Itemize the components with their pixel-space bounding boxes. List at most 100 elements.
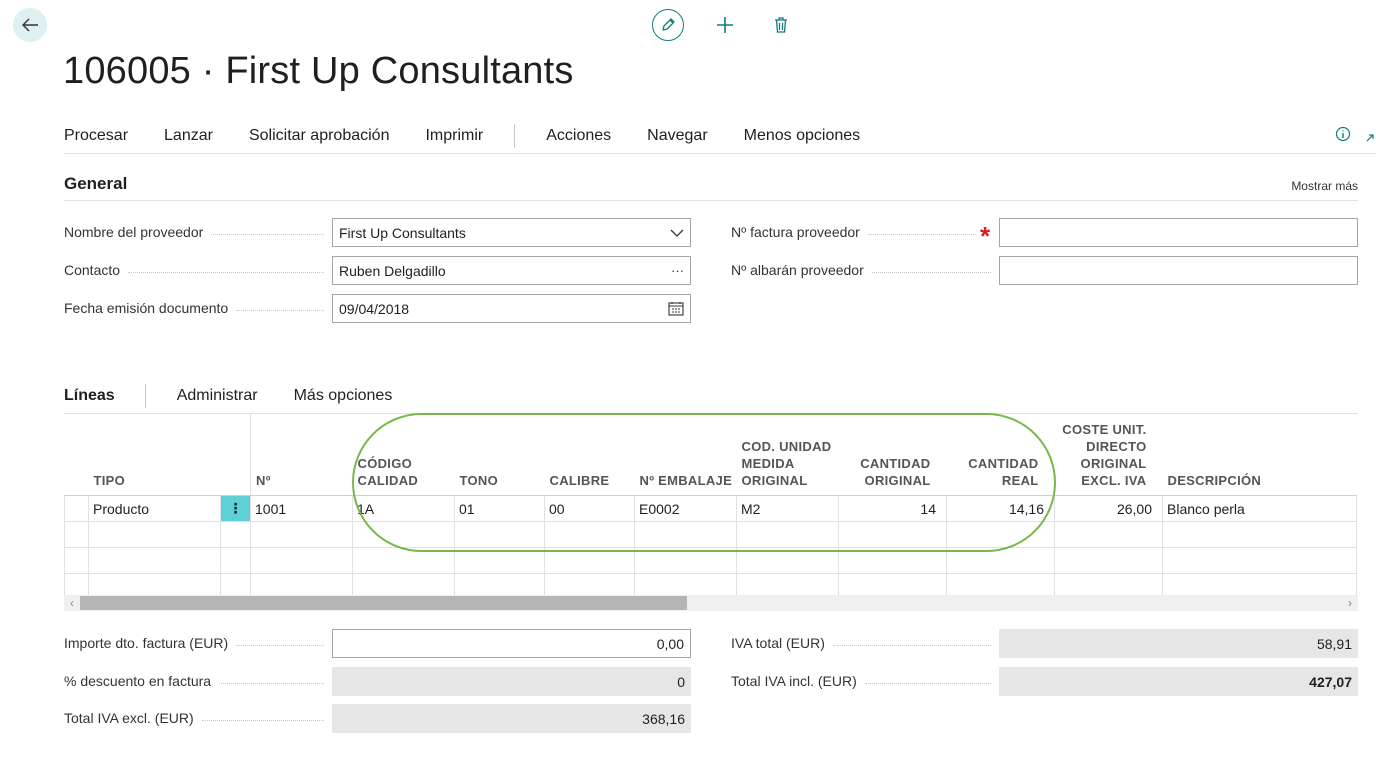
column-descripcion[interactable]: DESCRIPCIÓN xyxy=(1162,413,1357,496)
column-no[interactable]: Nº xyxy=(250,413,353,496)
info-button[interactable] xyxy=(1334,125,1352,143)
lines-action-mas-opciones[interactable]: Más opciones xyxy=(294,387,393,405)
contact-field[interactable]: Ruben Delgadillo ··· xyxy=(332,256,691,285)
scrollbar-thumb[interactable] xyxy=(80,596,687,610)
action-imprimir[interactable]: Imprimir xyxy=(425,127,483,145)
empty-cell[interactable] xyxy=(634,547,737,574)
column-tipo[interactable]: TIPO xyxy=(88,413,221,496)
total-vat-label: IVA total (EUR) xyxy=(731,635,991,651)
column-embalaje[interactable]: Nº EMBALAJE xyxy=(634,413,737,496)
cell-codigo-calidad[interactable]: 1A xyxy=(352,495,455,522)
empty-cell[interactable] xyxy=(352,547,455,574)
cell-cantidad-original[interactable]: 14 xyxy=(838,495,947,522)
chevron-down-icon[interactable] xyxy=(670,229,684,237)
empty-cell[interactable] xyxy=(250,521,353,548)
expand-button[interactable] xyxy=(1364,131,1376,145)
total-incl-vat-label: Total IVA incl. (EUR) xyxy=(731,673,991,689)
empty-cell[interactable] xyxy=(88,521,221,548)
lines-action-administrar[interactable]: Administrar xyxy=(177,387,258,405)
empty-cell[interactable] xyxy=(352,521,455,548)
invoice-discount-amount-field[interactable]: 0,00 xyxy=(332,629,691,658)
chevron-right-icon[interactable]: › xyxy=(1342,595,1358,611)
required-indicator: * xyxy=(980,221,991,251)
document-date-label: Fecha emisión documento xyxy=(64,300,324,316)
table-row-empty[interactable] xyxy=(64,521,1357,548)
action-menos-opciones[interactable]: Menos opciones xyxy=(744,127,861,145)
edit-button[interactable] xyxy=(652,9,684,41)
action-navegar[interactable]: Navegar xyxy=(647,127,707,145)
back-button[interactable] xyxy=(13,8,47,42)
action-bar-divider xyxy=(64,153,1376,154)
lines-title[interactable]: Líneas xyxy=(64,387,115,405)
empty-cell[interactable] xyxy=(64,547,89,574)
empty-cell[interactable] xyxy=(544,521,635,548)
table-row[interactable]: Producto ⋮ 1001 1A 01 00 E0002 M2 14 14,… xyxy=(64,495,1357,522)
vendor-shipment-no-field[interactable] xyxy=(999,256,1358,285)
column-cantidad-real[interactable]: CANTIDAD REAL xyxy=(946,413,1055,496)
column-codigo-calidad[interactable]: CÓDIGO CALIDAD xyxy=(352,413,455,496)
cell-tipo[interactable]: Producto xyxy=(88,495,221,522)
empty-cell[interactable] xyxy=(1162,547,1357,574)
empty-cell[interactable] xyxy=(838,521,947,548)
empty-cell[interactable] xyxy=(946,547,1055,574)
cell-cantidad-real[interactable]: 14,16 xyxy=(946,495,1055,522)
vendor-name-field[interactable]: First Up Consultants xyxy=(332,218,691,247)
leader-dots xyxy=(832,644,991,646)
arrow-left-icon xyxy=(22,18,38,32)
ellipsis-icon[interactable]: ··· xyxy=(671,263,684,278)
column-coste[interactable]: COSTE UNIT. DIRECTO ORIGINAL EXCL. IVA xyxy=(1054,413,1163,496)
vendor-shipment-no-label: Nº albarán proveedor xyxy=(731,262,991,278)
empty-cell[interactable] xyxy=(454,521,545,548)
empty-cell[interactable] xyxy=(544,547,635,574)
cell-embalaje[interactable]: E0002 xyxy=(634,495,737,522)
total-incl-vat-field: 427,07 xyxy=(999,667,1358,696)
general-section-title[interactable]: General xyxy=(64,174,127,194)
column-cod-unidad[interactable]: COD. UNIDAD MEDIDA ORIGINAL xyxy=(736,413,839,496)
row-menu-icon[interactable]: ⋮ xyxy=(220,495,251,522)
vendor-invoice-no-field[interactable] xyxy=(999,218,1358,247)
empty-cell[interactable] xyxy=(220,547,251,574)
delete-button[interactable] xyxy=(770,14,792,36)
column-cantidad-original[interactable]: CANTIDAD ORIGINAL xyxy=(838,413,947,496)
chevron-left-icon[interactable]: ‹ xyxy=(64,595,80,611)
new-button[interactable] xyxy=(714,14,736,36)
empty-cell[interactable] xyxy=(64,521,89,548)
cell-cod-unidad[interactable]: M2 xyxy=(736,495,839,522)
arrow-up-right-icon xyxy=(1366,134,1374,142)
column-calibre[interactable]: CALIBRE xyxy=(544,413,635,496)
empty-cell[interactable] xyxy=(454,547,545,574)
cell-coste[interactable]: 26,00 xyxy=(1054,495,1163,522)
cell-tono[interactable]: 01 xyxy=(454,495,545,522)
action-procesar[interactable]: Procesar xyxy=(64,127,128,145)
row-selector[interactable] xyxy=(64,495,89,522)
table-row-empty[interactable] xyxy=(64,547,1357,574)
action-lanzar[interactable]: Lanzar xyxy=(164,127,213,145)
leader-dots xyxy=(236,644,324,646)
cell-no[interactable]: 1001 xyxy=(250,495,353,522)
calendar-icon[interactable] xyxy=(668,301,684,316)
column-tono[interactable]: TONO xyxy=(454,413,545,496)
empty-cell[interactable] xyxy=(250,547,353,574)
action-separator xyxy=(514,124,516,148)
empty-cell[interactable] xyxy=(838,547,947,574)
empty-cell[interactable] xyxy=(946,521,1055,548)
leader-dots xyxy=(871,271,991,273)
pencil-icon xyxy=(662,18,675,31)
empty-cell[interactable] xyxy=(220,521,251,548)
empty-cell[interactable] xyxy=(736,547,839,574)
empty-cell[interactable] xyxy=(1162,521,1357,548)
empty-cell[interactable] xyxy=(1054,547,1163,574)
empty-cell[interactable] xyxy=(736,521,839,548)
horizontal-scrollbar[interactable]: ‹ › xyxy=(64,595,1358,611)
cell-calibre[interactable]: 00 xyxy=(544,495,635,522)
leader-dots xyxy=(211,233,324,235)
action-acciones[interactable]: Acciones xyxy=(546,127,611,145)
document-date-field[interactable]: 09/04/2018 xyxy=(332,294,691,323)
show-more-link[interactable]: Mostrar más xyxy=(1291,179,1358,193)
empty-cell[interactable] xyxy=(1054,521,1163,548)
empty-cell[interactable] xyxy=(634,521,737,548)
invoice-discount-pct-label: % descuento en factura xyxy=(64,673,324,689)
cell-descripcion[interactable]: Blanco perla xyxy=(1162,495,1357,522)
action-solicitar-aprobacion[interactable]: Solicitar aprobación xyxy=(249,127,390,145)
empty-cell[interactable] xyxy=(88,547,221,574)
